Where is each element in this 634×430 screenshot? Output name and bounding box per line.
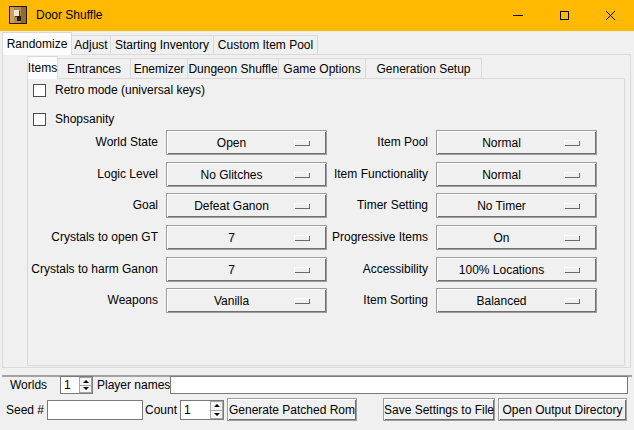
tab-label: Starting Inventory <box>115 38 209 52</box>
tab-adjust[interactable]: Adjust <box>71 35 111 54</box>
worlds-spin-down-button[interactable] <box>79 386 92 394</box>
dropdown-value: 7 <box>228 231 235 245</box>
timer-setting-label: Timer Setting <box>280 193 428 218</box>
worlds-value: 1 <box>64 377 71 393</box>
item-functionality-dropdown[interactable]: Normal <box>436 162 597 187</box>
tab-label: Enemizer <box>134 62 185 76</box>
tab-items[interactable]: Items <box>27 56 58 79</box>
maximize-icon <box>560 11 569 20</box>
item-pool-label: Item Pool <box>280 130 428 155</box>
minimize-icon <box>513 15 523 16</box>
accessibility-dropdown[interactable]: 100% Locations <box>436 257 597 282</box>
worlds-spinbox[interactable]: 1 <box>60 376 93 394</box>
dropdown-value: Defeat Ganon <box>194 199 269 213</box>
tab-label: Custom Item Pool <box>218 38 313 52</box>
item-pool-dropdown[interactable]: Normal <box>436 130 597 155</box>
shopsanity-label: Shopsanity <box>55 113 114 126</box>
tab-custom-item-pool[interactable]: Custom Item Pool <box>213 35 318 54</box>
world-state-label: World State <box>0 130 158 155</box>
count-spin-up-button[interactable] <box>210 401 223 411</box>
open-output-directory-button[interactable]: Open Output Directory <box>498 398 627 421</box>
progressive-items-label: Progressive Items <box>280 225 428 250</box>
dropdown-value: 7 <box>228 263 235 277</box>
tab-label: Items <box>28 61 57 75</box>
dropdown-indicator-icon <box>564 235 580 241</box>
count-spin-down-button[interactable] <box>210 411 223 420</box>
timer-setting-dropdown[interactable]: No Timer <box>436 193 597 218</box>
accessibility-label: Accessibility <box>280 257 428 282</box>
close-icon <box>605 10 616 21</box>
retro-mode-checkbox[interactable] <box>33 84 46 97</box>
crystals-gt-label: Crystals to open GT <box>0 225 158 250</box>
dropdown-value: No Glitches <box>200 168 262 182</box>
tab-entrances[interactable]: Entrances <box>57 58 131 78</box>
count-label: Count <box>145 400 177 420</box>
tab-label: Adjust <box>74 38 107 52</box>
arrow-up-icon <box>83 380 89 383</box>
seed-label: Seed # <box>6 400 44 420</box>
tab-enemizer[interactable]: Enemizer <box>130 58 188 78</box>
arrow-down-icon <box>83 387 89 390</box>
dropdown-value: Balanced <box>476 294 526 308</box>
arrow-up-icon <box>214 404 220 407</box>
tab-generation-setup[interactable]: Generation Setup <box>365 58 482 78</box>
dropdown-indicator-icon <box>564 267 580 273</box>
tab-game-options[interactable]: Game Options <box>278 58 366 78</box>
save-settings-button[interactable]: Save Settings to File <box>383 398 495 421</box>
generate-patched-rom-button[interactable]: Generate Patched Rom <box>227 398 357 421</box>
seed-input[interactable] <box>47 400 143 420</box>
dropdown-value: Vanilla <box>214 294 249 308</box>
item-sorting-label: Item Sorting <box>280 288 428 313</box>
dropdown-value: 100% Locations <box>459 263 544 277</box>
arrow-down-icon <box>214 413 220 416</box>
minimize-button[interactable] <box>495 0 541 31</box>
window-title: Door Shuffle <box>36 0 103 31</box>
tab-label: Game Options <box>283 62 360 76</box>
retro-mode-label: Retro mode (universal keys) <box>55 84 205 97</box>
item-functionality-label: Item Functionality <box>280 162 428 187</box>
count-spinbox[interactable]: 1 <box>180 400 224 420</box>
goal-label: Goal <box>0 193 158 218</box>
dropdown-value: On <box>493 231 509 245</box>
maximize-button[interactable] <box>541 0 587 31</box>
logic-level-label: Logic Level <box>0 162 158 187</box>
close-button[interactable] <box>587 0 633 31</box>
tab-randomize[interactable]: Randomize <box>2 32 72 55</box>
dropdown-value: Normal <box>482 168 521 182</box>
dropdown-value: No Timer <box>477 199 526 213</box>
door-icon <box>9 6 27 24</box>
tab-label: Generation Setup <box>376 62 470 76</box>
tab-dungeon-shuffle[interactable]: Dungeon Shuffle <box>187 58 279 78</box>
worlds-label: Worlds <box>10 376 47 394</box>
tab-label: Dungeon Shuffle <box>188 62 277 76</box>
crystals-ganon-label: Crystals to harm Ganon <box>0 257 158 282</box>
progressive-items-dropdown[interactable]: On <box>436 225 597 250</box>
dropdown-indicator-icon <box>564 298 580 304</box>
count-value: 1 <box>184 401 191 419</box>
player-names-label: Player names <box>97 376 170 394</box>
tab-starting-inventory[interactable]: Starting Inventory <box>110 35 214 54</box>
item-sorting-dropdown[interactable]: Balanced <box>436 288 597 313</box>
dropdown-value: Open <box>217 136 246 150</box>
player-names-input[interactable] <box>170 376 628 394</box>
dropdown-value: Normal <box>482 136 521 150</box>
tab-label: Randomize <box>7 37 68 51</box>
tab-label: Entrances <box>67 62 121 76</box>
dropdown-indicator-icon <box>564 172 580 178</box>
worlds-spin-up-button[interactable] <box>79 377 92 386</box>
weapons-label: Weapons <box>0 288 158 313</box>
items-tab-pane <box>27 78 625 366</box>
shopsanity-checkbox[interactable] <box>33 113 46 126</box>
dropdown-indicator-icon <box>564 140 580 146</box>
dropdown-indicator-icon <box>564 203 580 209</box>
